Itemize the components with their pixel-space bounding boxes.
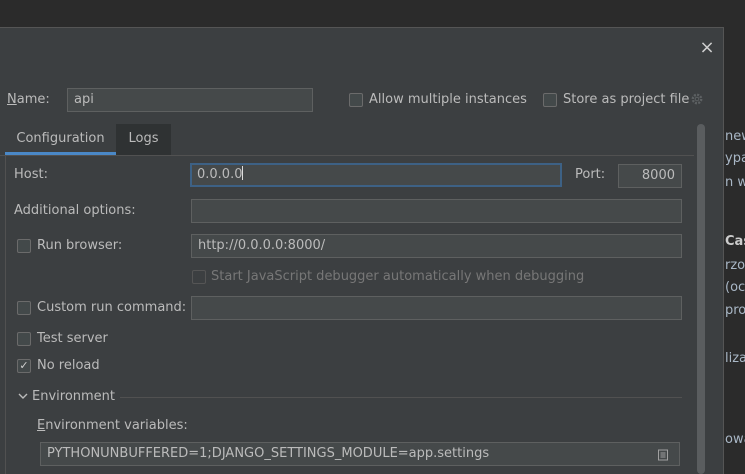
custom-run-command-label: Custom run command: (37, 300, 187, 315)
background-text: owa (725, 432, 745, 447)
custom-run-command-checkbox[interactable] (17, 301, 31, 315)
run-browser-checkbox[interactable] (17, 239, 31, 253)
port-input[interactable]: 8000 (618, 164, 682, 188)
host-input[interactable]: 0.0.0.0 (190, 163, 562, 187)
environment-section-label[interactable]: Environment (32, 389, 115, 404)
section-divider (120, 397, 682, 398)
chevron-down-icon[interactable] (17, 390, 29, 402)
additional-options-input[interactable] (191, 199, 682, 223)
name-input[interactable]: api (67, 88, 313, 112)
name-label: Name: (7, 92, 50, 107)
gear-icon[interactable] (690, 92, 704, 106)
background-text: ypac (725, 151, 745, 166)
allow-multiple-label: Allow multiple instances (369, 92, 527, 107)
test-server-label: Test server (37, 331, 108, 346)
text-caret (242, 166, 244, 180)
background-text: (oc (725, 280, 745, 295)
background-document: new ypac n wr Cas rzow (oc pro liza owa (723, 0, 745, 473)
background-text: n wr (725, 175, 745, 190)
env-vars-label: Environment variables: (37, 418, 188, 433)
run-browser-label: Run browser: (37, 238, 123, 253)
tab-configuration[interactable]: Configuration (5, 124, 116, 155)
background-text: rzow (725, 258, 745, 273)
close-icon[interactable]: × (698, 39, 716, 57)
scrollbar-thumb[interactable] (697, 124, 705, 474)
store-project-file-label: Store as project file (563, 92, 690, 107)
run-configuration-dialog: × Name: api Allow multiple instances Sto… (0, 27, 724, 474)
allow-multiple-checkbox[interactable] (349, 93, 363, 107)
host-value: 0.0.0.0 (197, 167, 243, 182)
port-label: Port: (575, 167, 606, 182)
additional-options-label: Additional options: (14, 203, 136, 218)
no-reload-label: No reload (37, 358, 100, 373)
test-server-checkbox[interactable] (17, 332, 31, 346)
host-label: Host: (14, 167, 48, 182)
background-text: pro (725, 303, 745, 318)
background-text: new (725, 129, 745, 144)
run-browser-url-input[interactable]: http://0.0.0.0:8000/ (191, 234, 682, 258)
env-vars-input[interactable]: PYTHONUNBUFFERED=1;DJANGO_SETTINGS_MODUL… (40, 442, 680, 466)
js-debugger-label: Start JavaScript debugger automatically … (211, 269, 585, 284)
tab-logs[interactable]: Logs (116, 124, 171, 155)
no-reload-checkbox[interactable]: ✓ (17, 359, 31, 373)
background-text: Cas (725, 234, 745, 249)
name-label-rest: ame: (16, 92, 50, 107)
background-text: liza (725, 351, 745, 366)
custom-run-command-input[interactable] (191, 296, 682, 320)
store-project-file-checkbox[interactable] (543, 93, 557, 107)
js-debugger-checkbox[interactable] (192, 270, 206, 284)
env-vars-label-rest: nvironment variables: (45, 418, 188, 433)
edit-list-icon[interactable] (657, 449, 669, 461)
